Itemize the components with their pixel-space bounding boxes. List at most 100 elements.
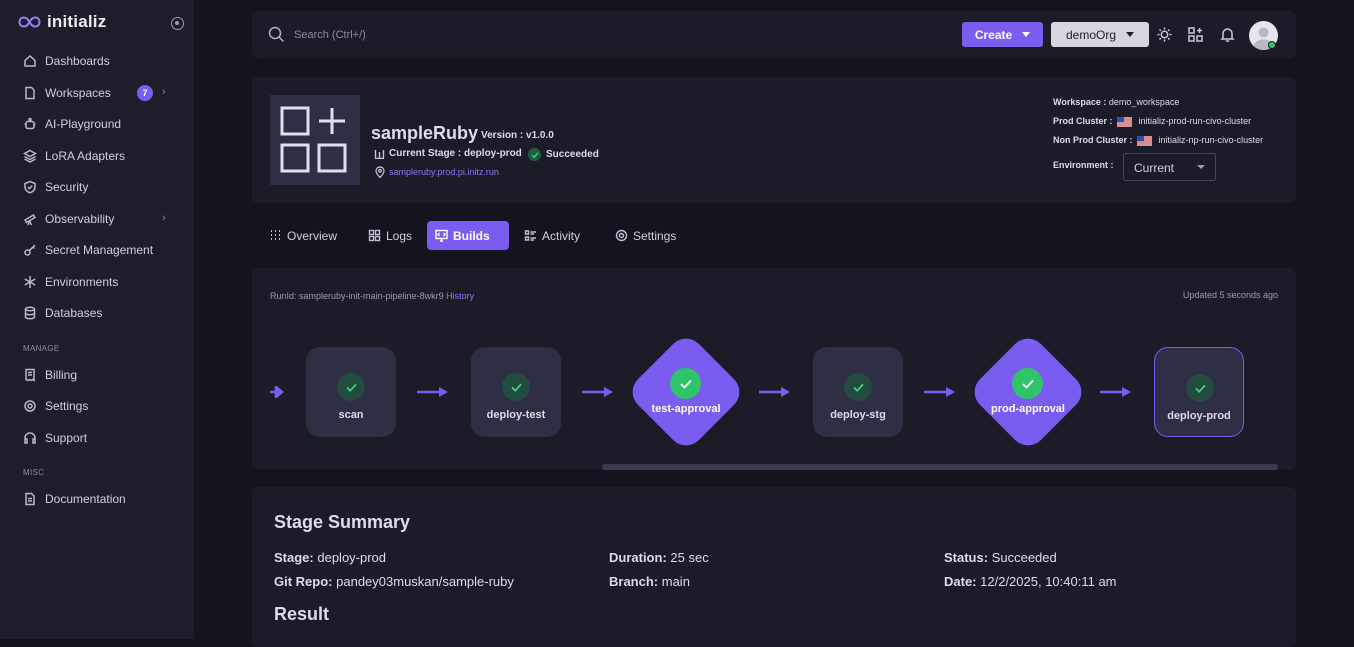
document-icon (23, 492, 37, 506)
prod-cluster-value: initializ-prod-run-civo-cluster (1138, 116, 1252, 126)
brand-name: initializ (47, 12, 107, 31)
sidebar-item-observability[interactable]: Observability › (23, 209, 183, 229)
sidebar-item-dashboards[interactable]: Dashboards (23, 51, 183, 71)
pipeline-stage-prod-approval[interactable]: prod-approval (966, 330, 1090, 454)
tab-settings[interactable]: Settings (607, 221, 684, 250)
gear-icon (615, 229, 628, 242)
search-icon (268, 26, 285, 43)
sidebar-item-workspaces[interactable]: Workspaces 7 › (23, 83, 183, 103)
gear-icon (23, 399, 37, 413)
sidebar-item-label: Security (45, 180, 89, 194)
summary-branch-value: main (661, 574, 690, 589)
tab-logs[interactable]: Logs (360, 221, 420, 250)
sidebar-item-label: Workspaces (45, 86, 111, 100)
sidebar-item-label: Databases (45, 306, 103, 320)
summary-stage-label: Stage: (274, 550, 314, 565)
success-check-icon (1186, 374, 1214, 402)
sidebar-item-lora-adapters[interactable]: LoRA Adapters (23, 146, 183, 166)
sidebar-item-ai-playground[interactable]: AI-Playground (23, 114, 183, 134)
database-icon (23, 306, 37, 320)
search-input[interactable]: Search (Ctrl+/) (268, 26, 366, 43)
section-label-manage: MANAGE (23, 344, 60, 353)
org-selector-button[interactable]: demoOrg (1051, 22, 1149, 47)
summary-date: Date: 12/2/2025, 10:40:11 am (944, 574, 1117, 589)
current-stage-text: Current Stage : deploy-prod (389, 148, 522, 159)
create-button[interactable]: Create (962, 22, 1043, 47)
tab-builds[interactable]: Builds (427, 221, 509, 250)
summary-stage-value: deploy-prod (317, 550, 387, 565)
sidebar-item-label: Secret Management (45, 243, 154, 257)
sidebar-item-documentation[interactable]: Documentation (23, 489, 183, 509)
pipeline-stage-scan[interactable]: scan (306, 347, 396, 437)
pipeline-stage-deploy-stg[interactable]: deploy-stg (813, 347, 903, 437)
robot-icon (23, 117, 37, 131)
run-id-text: RunId: sampleruby-init-main-pipeline-8wk… (270, 291, 444, 301)
org-selector-label: demoOrg (1065, 27, 1117, 42)
arrow-right-icon (582, 387, 613, 397)
app-status: Succeeded (528, 148, 599, 161)
stage-label: scan (338, 409, 364, 421)
tab-label: Logs (386, 228, 413, 243)
sidebar-item-secret-management[interactable]: Secret Management (23, 240, 183, 260)
online-status-dot (1268, 41, 1276, 49)
receipt-icon (23, 368, 37, 382)
summary-branch: Branch: main (609, 574, 690, 589)
sidebar-item-label: Support (45, 431, 88, 445)
sidebar-item-label: Observability (45, 212, 115, 226)
success-check-icon (337, 373, 365, 401)
summary-status: Status: Succeeded (944, 550, 1057, 565)
pipeline-stage-deploy-test[interactable]: deploy-test (471, 347, 561, 437)
file-icon (23, 86, 37, 100)
arrow-right-icon (270, 386, 284, 398)
tab-overview[interactable]: Overview (261, 221, 345, 250)
search-placeholder: Search (Ctrl+/) (294, 28, 366, 41)
arrow-right-icon (759, 387, 790, 397)
nonprod-cluster-value: initializ-np-run-civo-cluster (1158, 135, 1264, 145)
caret-down-icon (1022, 32, 1031, 37)
create-button-label: Create (974, 27, 1013, 42)
sidebar-item-environments[interactable]: Environments (23, 272, 183, 292)
key-icon (23, 243, 37, 257)
run-id: RunId: sampleruby-init-main-pipeline-8wk… (270, 291, 474, 301)
sidebar-item-databases[interactable]: Databases (23, 303, 183, 323)
sidebar-item-label: Documentation (45, 492, 126, 506)
pipeline-stage-deploy-prod[interactable]: deploy-prod (1154, 347, 1244, 437)
arrow-right-icon (1100, 387, 1131, 397)
sidebar-item-settings[interactable]: Settings (23, 396, 183, 416)
brand-logo[interactable]: initializ (18, 12, 106, 32)
history-link[interactable]: History (446, 291, 474, 301)
success-check-icon (844, 373, 872, 401)
updated-timestamp: Updated 5 seconds ago (1182, 290, 1278, 300)
prod-cluster-label: Prod Cluster : (1053, 116, 1113, 126)
sidebar-item-billing[interactable]: Billing (23, 365, 183, 385)
summary-date-value: 12/2/2025, 10:40:11 am (980, 574, 1117, 589)
notification-bell-icon[interactable] (1219, 26, 1236, 43)
grid-icon (271, 230, 280, 240)
logs-icon (368, 229, 381, 242)
app-placeholder-icon (280, 106, 347, 173)
headset-icon (23, 431, 37, 445)
sidebar-item-label: Dashboards (45, 54, 110, 68)
pipeline-stage-test-approval[interactable]: test-approval (624, 330, 748, 454)
stage-summary-card: Stage Summary Stage: deploy-prod Duratio… (252, 487, 1296, 647)
shield-icon (23, 180, 37, 194)
prod-cluster-meta: Prod Cluster : initializ-prod-run-civo-c… (1053, 116, 1251, 127)
sidebar-item-label: LoRA Adapters (45, 149, 126, 163)
stage-label: test-approval (651, 403, 721, 415)
pipeline-horizontal-scrollbar[interactable] (602, 464, 1278, 470)
sidebar-item-security[interactable]: Security (23, 177, 183, 197)
sidebar-collapse-button[interactable] (171, 17, 184, 30)
apps-grid-icon[interactable] (1187, 26, 1204, 43)
environment-label: Environment : (1053, 160, 1114, 170)
tab-activity[interactable]: Activity (516, 221, 588, 250)
success-check-icon (670, 368, 701, 399)
workspace-value: demo_workspace (1108, 97, 1180, 107)
chevron-right-icon: › (162, 86, 166, 98)
theme-toggle-sun-icon[interactable] (1156, 26, 1173, 43)
environment-select[interactable]: Current (1123, 153, 1216, 181)
sidebar-item-support[interactable]: Support (23, 428, 183, 448)
app-url-link[interactable]: sampleruby.prod.pi.initz.run (375, 166, 499, 178)
result-title: Result (274, 604, 330, 624)
summary-branch-label: Branch: (609, 574, 659, 589)
stage-bars-icon (374, 150, 385, 159)
